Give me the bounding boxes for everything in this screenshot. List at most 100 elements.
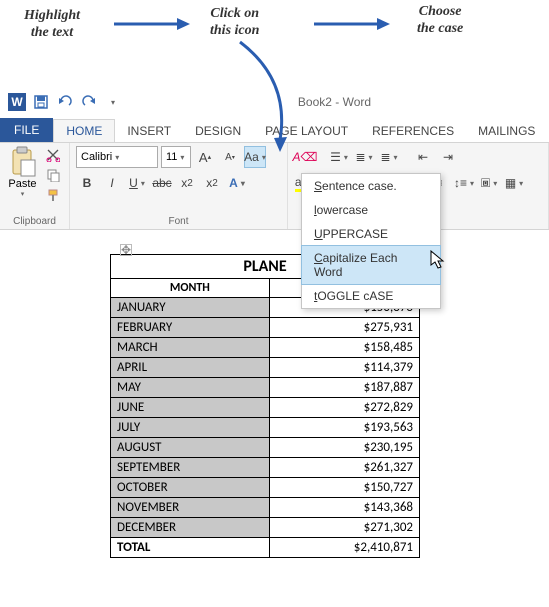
- cell-value[interactable]: $230,195: [269, 438, 419, 458]
- cell-value[interactable]: $114,379: [269, 358, 419, 378]
- qat-customize-icon[interactable]: ▾: [102, 91, 124, 113]
- paste-button[interactable]: Paste ▾: [6, 146, 39, 198]
- table-row[interactable]: OCTOBER$150,727: [111, 478, 420, 498]
- table-move-handle[interactable]: ✥: [120, 244, 132, 256]
- copy-icon[interactable]: [43, 166, 63, 184]
- cell-month[interactable]: FEBRUARY: [111, 318, 270, 338]
- document-body: ✥ PLANE MONTH JANUARY$150,878FEBRUARY$27…: [0, 230, 549, 558]
- table-row[interactable]: MAY$187,887: [111, 378, 420, 398]
- table-row[interactable]: JULY$193,563: [111, 418, 420, 438]
- menu-lowercase[interactable]: lowercase: [302, 198, 440, 222]
- tab-page-layout[interactable]: PAGE LAYOUT: [253, 120, 360, 142]
- multilevel-icon[interactable]: ≣▾: [378, 146, 400, 168]
- arrow-icon: [312, 14, 392, 34]
- shading-icon[interactable]: 🞖▾: [478, 172, 500, 194]
- cell-month[interactable]: NOVEMBER: [111, 498, 270, 518]
- italic-button[interactable]: I: [101, 172, 123, 194]
- change-case-label: Aa: [244, 150, 259, 164]
- table-row[interactable]: MARCH$158,485: [111, 338, 420, 358]
- clear-formatting-icon[interactable]: A⌫: [294, 146, 316, 168]
- undo-icon[interactable]: [54, 91, 76, 113]
- word-app-icon[interactable]: W: [6, 91, 28, 113]
- tab-references[interactable]: REFERENCES: [360, 120, 466, 142]
- table-row[interactable]: SEPTEMBER$261,327: [111, 458, 420, 478]
- font-name-value: Calibri: [81, 151, 112, 163]
- tab-mailings[interactable]: MAILINGS: [466, 120, 547, 142]
- cell-value[interactable]: $193,563: [269, 418, 419, 438]
- cell-month[interactable]: MAY: [111, 378, 270, 398]
- paste-label: Paste: [8, 178, 36, 190]
- arrow-icon: [112, 14, 192, 34]
- group-label-font: Font: [76, 214, 281, 227]
- annotation-highlight: Highlightthe text: [24, 8, 80, 42]
- format-painter-icon[interactable]: [43, 186, 63, 204]
- table-row[interactable]: NOVEMBER$143,368: [111, 498, 420, 518]
- table-row[interactable]: DECEMBER$271,302: [111, 518, 420, 538]
- group-font: Calibri▾ 11▾ A▴ A▾ Aa▾ B I U▾ abc x2 x2 …: [70, 143, 288, 229]
- shrink-font-icon[interactable]: A▾: [219, 146, 241, 168]
- grow-font-icon[interactable]: A▴: [194, 146, 216, 168]
- cell-value[interactable]: $143,368: [269, 498, 419, 518]
- change-case-button[interactable]: Aa▾: [244, 146, 266, 168]
- tab-file[interactable]: FILE: [0, 118, 53, 142]
- ribbon-tabs: FILE HOME INSERT DESIGN PAGE LAYOUT REFE…: [0, 116, 549, 142]
- cell-value[interactable]: $150,727: [269, 478, 419, 498]
- cell-value[interactable]: $158,485: [269, 338, 419, 358]
- text-effects-button[interactable]: A▾: [226, 172, 248, 194]
- cell-value[interactable]: $187,887: [269, 378, 419, 398]
- line-spacing-icon[interactable]: ↕≡▾: [453, 172, 475, 194]
- table-row[interactable]: FEBRUARY$275,931: [111, 318, 420, 338]
- cell-month[interactable]: APRIL: [111, 358, 270, 378]
- change-case-menu: Sentence case. lowercase UPPERCASE Capit…: [301, 173, 441, 309]
- save-icon[interactable]: [30, 91, 52, 113]
- menu-sentence-case[interactable]: Sentence case.: [302, 174, 440, 198]
- bullets-icon[interactable]: ☰▾: [328, 146, 350, 168]
- table-row[interactable]: JUNE$272,829: [111, 398, 420, 418]
- tab-insert[interactable]: INSERT: [115, 120, 183, 142]
- superscript-button[interactable]: x2: [201, 172, 223, 194]
- col-header-month: MONTH: [111, 279, 270, 298]
- table-row[interactable]: APRIL$114,379: [111, 358, 420, 378]
- total-label: TOTAL: [111, 538, 270, 558]
- ribbon: Paste ▾ Clipboard Calibri▾ 11▾ A▴ A▾ Aa▾…: [0, 142, 549, 230]
- tutorial-annotations: Highlightthe text Click onthis icon Choo…: [0, 0, 549, 88]
- menu-capitalize-each-word[interactable]: Capitalize Each Word: [302, 246, 440, 284]
- redo-icon[interactable]: [78, 91, 100, 113]
- window-title: Book2 - Word: [126, 95, 543, 109]
- cell-month[interactable]: AUGUST: [111, 438, 270, 458]
- cell-month[interactable]: DECEMBER: [111, 518, 270, 538]
- total-value: $2,410,871: [269, 538, 419, 558]
- font-name-combo[interactable]: Calibri▾: [76, 146, 158, 168]
- increase-indent-icon[interactable]: ⇥: [437, 146, 459, 168]
- strikethrough-button[interactable]: abc: [151, 172, 173, 194]
- cell-month[interactable]: SEPTEMBER: [111, 458, 270, 478]
- cell-value[interactable]: $272,829: [269, 398, 419, 418]
- group-clipboard: Paste ▾ Clipboard: [0, 143, 70, 229]
- cell-month[interactable]: OCTOBER: [111, 478, 270, 498]
- mouse-cursor-icon: [430, 250, 446, 272]
- tab-design[interactable]: DESIGN: [183, 120, 253, 142]
- group-label-clipboard: Clipboard: [6, 214, 63, 227]
- cell-value[interactable]: $261,327: [269, 458, 419, 478]
- subscript-button[interactable]: x2: [176, 172, 198, 194]
- tab-home[interactable]: HOME: [53, 119, 115, 142]
- table-row[interactable]: AUGUST$230,195: [111, 438, 420, 458]
- cell-month[interactable]: MARCH: [111, 338, 270, 358]
- menu-uppercase[interactable]: UPPERCASE: [302, 222, 440, 246]
- borders-icon[interactable]: ▦▾: [503, 172, 525, 194]
- underline-button[interactable]: U▾: [126, 172, 148, 194]
- cut-icon[interactable]: [43, 146, 63, 164]
- font-size-combo[interactable]: 11▾: [161, 146, 191, 168]
- cell-month[interactable]: JANUARY: [111, 298, 270, 318]
- cell-value[interactable]: $271,302: [269, 518, 419, 538]
- bold-button[interactable]: B: [76, 172, 98, 194]
- cell-month[interactable]: JUNE: [111, 398, 270, 418]
- numbering-icon[interactable]: ≣▾: [353, 146, 375, 168]
- menu-toggle-case[interactable]: tOGGLE cASE: [302, 284, 440, 308]
- font-size-value: 11: [166, 151, 177, 163]
- clipboard-icon: [9, 146, 37, 178]
- annotation-choose: Choosethe case: [417, 4, 463, 38]
- cell-value[interactable]: $275,931: [269, 318, 419, 338]
- cell-month[interactable]: JULY: [111, 418, 270, 438]
- decrease-indent-icon[interactable]: ⇤: [412, 146, 434, 168]
